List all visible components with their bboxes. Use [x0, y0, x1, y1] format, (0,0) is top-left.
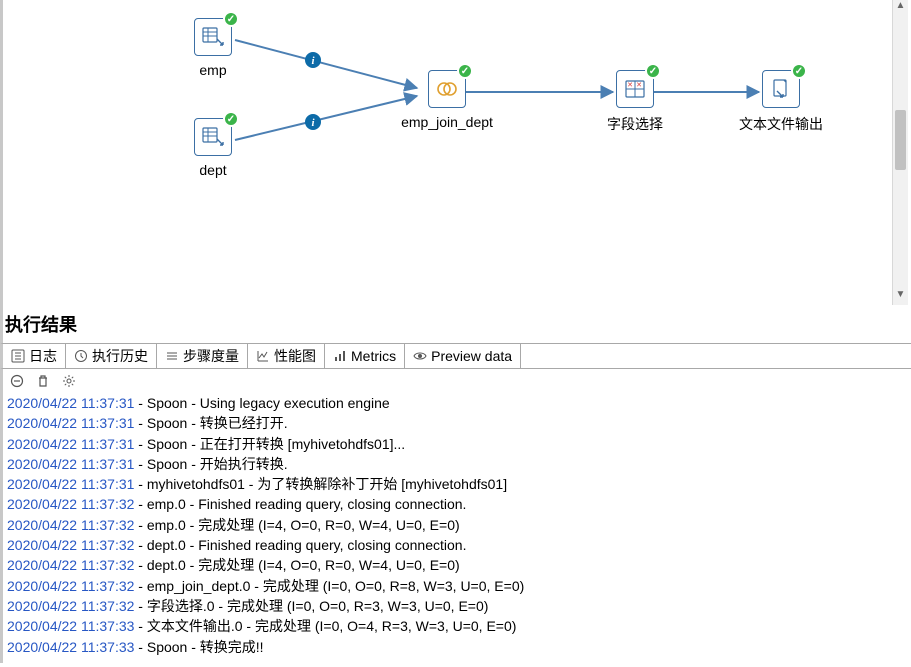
log-line: 2020/04/22 11:37:31 - myhivetohdfs01 - 为…	[7, 474, 907, 494]
step-emp[interactable]: ✓ emp	[173, 18, 253, 78]
log-message: - dept.0 - 完成处理 (I=4, O=0, R=0, W=4, U=0…	[134, 557, 459, 573]
step-label: 字段选择	[607, 114, 663, 134]
tab-metrics[interactable]: Metrics	[325, 344, 405, 368]
log-settings-button[interactable]	[61, 373, 77, 389]
log-line: 2020/04/22 11:37:32 - emp_join_dept.0 - …	[7, 576, 907, 596]
log-message: - 字段选择.0 - 完成处理 (I=0, O=0, R=3, W=3, U=0…	[134, 598, 488, 614]
select-values-icon: ✕✕ ✓	[616, 70, 654, 108]
log-message: - Spoon - 转换已经打开.	[134, 415, 287, 431]
clear-log-button[interactable]	[35, 373, 51, 389]
svg-text:✕: ✕	[636, 82, 642, 89]
execution-results-title: 执行结果	[0, 305, 911, 343]
log-line: 2020/04/22 11:37:31 - Spoon - 正在打开转换 [my…	[7, 434, 907, 454]
log-line: 2020/04/22 11:37:33 - 文本文件输出.0 - 完成处理 (I…	[7, 616, 907, 636]
log-timestamp-link[interactable]: 2020/04/22 11:37:32	[7, 537, 134, 553]
log-toolbar	[0, 369, 911, 393]
results-tabs: 日志 执行历史 步骤度量 性能图 Metrics Preview data	[0, 343, 911, 369]
disable-button[interactable]	[9, 373, 25, 389]
log-line: 2020/04/22 11:37:32 - emp.0 - 完成处理 (I=4,…	[7, 515, 907, 535]
log-message: - Spoon - 开始执行转换.	[134, 456, 287, 472]
step-label: dept	[199, 162, 226, 178]
text-output-icon: ✓	[762, 70, 800, 108]
step-select-values[interactable]: ✕✕ ✓ 字段选择	[595, 70, 675, 134]
log-timestamp-link[interactable]: 2020/04/22 11:37:31	[7, 436, 134, 452]
log-message: - 文本文件输出.0 - 完成处理 (I=0, O=4, R=3, W=3, U…	[134, 618, 516, 634]
log-line: 2020/04/22 11:37:31 - Spoon - 开始执行转换.	[7, 454, 907, 474]
scroll-thumb[interactable]	[895, 110, 906, 170]
tab-label: 日志	[29, 346, 57, 366]
log-output[interactable]: 2020/04/22 11:37:31 - Spoon - Using lega…	[0, 393, 911, 663]
merge-join-icon: ✓	[428, 70, 466, 108]
table-input-icon: ✓	[194, 18, 232, 56]
log-line: 2020/04/22 11:37:32 - emp.0 - Finished r…	[7, 494, 907, 514]
log-timestamp-link[interactable]: 2020/04/22 11:37:32	[7, 578, 134, 594]
table-input-icon: ✓	[194, 118, 232, 156]
step-emp-join-dept[interactable]: ✓ emp_join_dept	[397, 70, 497, 130]
log-message: - Spoon - 正在打开转换 [myhivetohdfs01]...	[134, 436, 405, 452]
log-timestamp-link[interactable]: 2020/04/22 11:37:32	[7, 517, 134, 533]
log-timestamp-link[interactable]: 2020/04/22 11:37:31	[7, 395, 134, 411]
scroll-up-arrow-icon[interactable]: ▲	[893, 0, 908, 16]
log-line: 2020/04/22 11:37:33 - Spoon - 转换完成!!	[7, 637, 907, 657]
log-message: - Spoon - 转换完成!!	[134, 639, 263, 655]
log-message: - emp.0 - 完成处理 (I=4, O=0, R=0, W=4, U=0,…	[134, 517, 459, 533]
tab-history[interactable]: 执行历史	[66, 344, 157, 368]
status-ok-icon: ✓	[791, 63, 807, 79]
log-timestamp-link[interactable]: 2020/04/22 11:37:32	[7, 496, 134, 512]
log-message: - emp_join_dept.0 - 完成处理 (I=0, O=0, R=8,…	[134, 578, 524, 594]
log-timestamp-link[interactable]: 2020/04/22 11:37:33	[7, 618, 134, 634]
log-timestamp-link[interactable]: 2020/04/22 11:37:33	[7, 639, 134, 655]
step-label: emp_join_dept	[401, 114, 493, 130]
tab-label: 步骤度量	[183, 346, 239, 366]
step-metrics-icon	[165, 349, 179, 363]
log-message: - myhivetohdfs01 - 为了转换解除补丁开始 [myhivetoh…	[134, 476, 507, 492]
svg-text:✕: ✕	[627, 82, 633, 89]
status-ok-icon: ✓	[223, 11, 239, 27]
log-timestamp-link[interactable]: 2020/04/22 11:37:32	[7, 598, 134, 614]
status-ok-icon: ✓	[457, 63, 473, 79]
log-timestamp-link[interactable]: 2020/04/22 11:37:31	[7, 456, 134, 472]
tab-label: Preview data	[431, 348, 512, 364]
log-line: 2020/04/22 11:37:32 - 字段选择.0 - 完成处理 (I=0…	[7, 596, 907, 616]
log-icon	[11, 349, 25, 363]
log-message: - Spoon - Using legacy execution engine	[134, 395, 389, 411]
log-timestamp-link[interactable]: 2020/04/22 11:37:31	[7, 415, 134, 431]
eye-icon	[413, 349, 427, 363]
tab-preview[interactable]: Preview data	[405, 344, 521, 368]
log-timestamp-link[interactable]: 2020/04/22 11:37:31	[7, 476, 134, 492]
tab-log[interactable]: 日志	[3, 344, 66, 368]
step-text-file-output[interactable]: ✓ 文本文件输出	[741, 70, 821, 134]
scroll-down-arrow-icon[interactable]: ▼	[893, 289, 908, 305]
canvas-vertical-scrollbar[interactable]: ▲ ▼	[892, 0, 908, 305]
tab-step-metrics[interactable]: 步骤度量	[157, 344, 248, 368]
step-dept[interactable]: ✓ dept	[173, 118, 253, 178]
step-label: 文本文件输出	[739, 114, 823, 134]
transformation-canvas[interactable]: i i ✓ emp ✓ dept ✓ emp_join_dept ✕✕ ✓ 字段…	[0, 0, 908, 305]
tab-label: 执行历史	[92, 346, 148, 366]
log-message: - emp.0 - Finished reading query, closin…	[134, 496, 466, 512]
tab-performance[interactable]: 性能图	[248, 344, 325, 368]
history-icon	[74, 349, 88, 363]
log-message: - dept.0 - Finished reading query, closi…	[134, 537, 466, 553]
log-timestamp-link[interactable]: 2020/04/22 11:37:32	[7, 557, 134, 573]
chart-icon	[256, 349, 270, 363]
status-ok-icon: ✓	[645, 63, 661, 79]
svg-text:i: i	[311, 117, 315, 129]
log-line: 2020/04/22 11:37:32 - dept.0 - 完成处理 (I=4…	[7, 555, 907, 575]
step-label: emp	[199, 62, 226, 78]
tab-label: 性能图	[274, 346, 316, 366]
metrics-icon	[333, 349, 347, 363]
log-line: 2020/04/22 11:37:32 - dept.0 - Finished …	[7, 535, 907, 555]
status-ok-icon: ✓	[223, 111, 239, 127]
log-line: 2020/04/22 11:37:31 - Spoon - Using lega…	[7, 393, 907, 413]
tab-label: Metrics	[351, 348, 396, 364]
svg-text:i: i	[311, 55, 315, 67]
log-line: 2020/04/22 11:37:31 - Spoon - 转换已经打开.	[7, 413, 907, 433]
